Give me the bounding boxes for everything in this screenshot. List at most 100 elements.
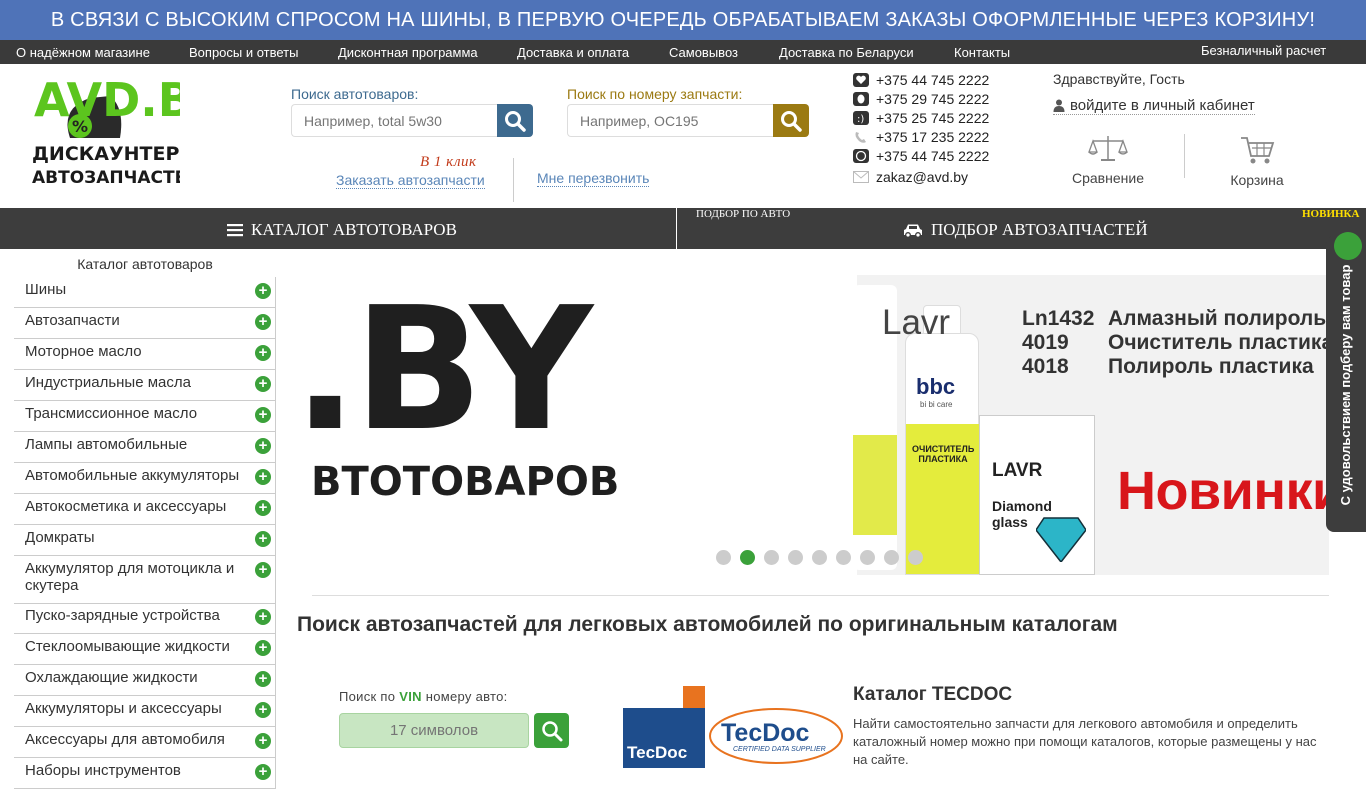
expand-plus-icon[interactable]: + — [255, 314, 271, 330]
logo-avd-text: AVD.BY — [34, 73, 180, 127]
sidebar-item[interactable]: Лампы автомобильные + — [14, 432, 276, 463]
phone-number[interactable]: +375 44 745 2222 — [876, 72, 989, 88]
slider-dot[interactable] — [884, 550, 899, 565]
catalog-menu-button[interactable]: КАТАЛОГ АВТОТОВАРОВ — [0, 208, 676, 249]
slider-dot[interactable] — [836, 550, 851, 565]
tecdoc-description: Найти самостоятельно запчасти для легков… — [853, 716, 1317, 767]
phone-row[interactable]: +375 44 745 2222 — [853, 70, 989, 89]
login-label: войдите в личный кабинет — [1070, 97, 1255, 114]
expand-plus-icon[interactable]: + — [255, 345, 271, 361]
expand-plus-icon[interactable]: + — [255, 671, 271, 687]
nav-discount[interactable]: Дисконтная программа — [338, 45, 478, 60]
sidebar-item-label: Индустриальные масла — [25, 374, 191, 391]
tecdoc-title[interactable]: Каталог TECDOC — [853, 684, 1012, 706]
box-brand: LAVR — [992, 460, 1043, 481]
nav-pickup[interactable]: Самовывоз — [669, 45, 738, 60]
sidebar-item[interactable]: Аккумулятор для мотоцикла и скутера + — [14, 556, 276, 604]
expand-plus-icon[interactable]: + — [255, 531, 271, 547]
nav-about[interactable]: О надёжном магазине — [16, 45, 150, 60]
expand-plus-icon[interactable]: + — [255, 438, 271, 454]
expand-plus-icon[interactable]: + — [255, 407, 271, 423]
phone-row[interactable]: +375 44 745 2222 — [853, 146, 989, 165]
slide-lavr-promo: bbc bi bi care ОЧИСТИТЕЛЬ ПЛАСТИКА LAVR … — [853, 275, 1329, 575]
email-row[interactable]: zakaz@avd.by — [853, 167, 989, 186]
can-brand: bbc — [916, 374, 956, 399]
compare-button[interactable]: Сравнение — [1064, 134, 1152, 186]
one-click-label: В 1 клик — [420, 154, 477, 170]
divider — [312, 595, 1329, 596]
sidebar-item[interactable]: Моторное масло + — [14, 339, 276, 370]
viber-icon — [853, 148, 869, 163]
consultant-tab-label: С удовольствием подберу вам товар — [1338, 264, 1353, 506]
expand-plus-icon[interactable]: + — [255, 500, 271, 516]
phone-number[interactable]: +375 17 235 2222 — [876, 129, 989, 145]
sidebar-item[interactable]: Стеклоомывающие жидкости + — [14, 634, 276, 665]
nav-contacts[interactable]: Контакты — [954, 45, 1010, 60]
site-logo[interactable]: AVD.BY % ДИСКАУНТЕР АВТОЗАПЧАСТЕЙ — [30, 68, 224, 188]
cart-button[interactable]: Корзина — [1213, 134, 1301, 188]
email-link[interactable]: zakaz@avd.by — [876, 169, 968, 185]
expand-plus-icon[interactable]: + — [255, 702, 271, 718]
phone-row[interactable]: +375 17 235 2222 — [853, 127, 989, 146]
tecdoc-logo[interactable]: TecDoc TecDoc CERTIFIED DATA SUPPLIER — [623, 686, 845, 768]
phone-number[interactable]: +375 25 745 2222 — [876, 110, 989, 126]
expand-plus-icon[interactable]: + — [255, 640, 271, 656]
auto-search-button[interactable] — [497, 104, 533, 137]
expand-plus-icon[interactable]: + — [255, 562, 271, 578]
sidebar-item[interactable]: Автозапчасти + — [14, 308, 276, 339]
svg-text:%: % — [72, 117, 88, 136]
sidebar-item[interactable]: Наборы инструментов + — [14, 758, 276, 789]
slider-dot[interactable] — [740, 550, 755, 565]
login-link[interactable]: войдите в личный кабинет — [1053, 97, 1255, 115]
nav-cashless[interactable]: Безналичный расчет — [1201, 43, 1326, 58]
phone-row[interactable]: :) +375 25 745 2222 — [853, 108, 989, 127]
slider-dot[interactable] — [788, 550, 803, 565]
sidebar-item[interactable]: Аккумуляторы и аксессуары + — [14, 696, 276, 727]
part-search-input[interactable] — [567, 104, 773, 137]
contacts-block: +375 44 745 2222 +375 29 745 2222 :) +37… — [853, 70, 989, 186]
catalogs-heading: Поиск автозапчастей для легковых автомоб… — [297, 613, 1118, 636]
sidebar-item[interactable]: Автомобильные аккумуляторы + — [14, 463, 276, 494]
mts-icon — [853, 91, 869, 106]
vin-input[interactable] — [339, 713, 529, 748]
sidebar-item[interactable]: Шины + — [14, 277, 276, 308]
sidebar-item[interactable]: Автокосметика и аксессуары + — [14, 494, 276, 525]
expand-plus-icon[interactable]: + — [255, 733, 271, 749]
expand-plus-icon[interactable]: + — [255, 469, 271, 485]
parts-selection-button[interactable]: ПОДБОР ПО АВТО НОВИНКА ПОДБОР АВТОЗАПЧАС… — [677, 208, 1366, 249]
expand-plus-icon[interactable]: + — [255, 764, 271, 780]
slider-dot[interactable] — [764, 550, 779, 565]
callback-link[interactable]: Мне перезвонить — [537, 170, 650, 187]
sidebar-item-label: Трансмиссионное масло — [25, 405, 198, 422]
order-parts-link[interactable]: Заказать автозапчасти — [336, 172, 485, 189]
slider-dot[interactable] — [716, 550, 731, 565]
slider-dot[interactable] — [908, 550, 923, 565]
slider-dot[interactable] — [860, 550, 875, 565]
sidebar-item[interactable]: Индустриальные масла + — [14, 370, 276, 401]
list-icon — [227, 224, 243, 237]
part-search-button[interactable] — [773, 104, 809, 137]
sidebar-item[interactable]: Охлаждающие жидкости + — [14, 665, 276, 696]
phone-number[interactable]: +375 44 745 2222 — [876, 148, 989, 164]
auto-search-input[interactable] — [291, 104, 497, 137]
expand-plus-icon[interactable]: + — [255, 609, 271, 625]
sidebar-item[interactable]: Аксессуары для автомобиля + — [14, 727, 276, 758]
phone-row[interactable]: +375 29 745 2222 — [853, 89, 989, 108]
sidebar-item-label: Стеклоомывающие жидкости — [25, 638, 230, 655]
sidebar-item[interactable]: Домкраты + — [14, 525, 276, 556]
sidebar-item[interactable]: Трансмиссионное масло + — [14, 401, 276, 432]
nav-belarus-delivery[interactable]: Доставка по Беларуси — [779, 45, 914, 60]
promo-slider[interactable]: .BY ВТОТОВАРОВ bbc bi bi care ОЧИСТИТЕЛЬ… — [297, 275, 1329, 575]
expand-plus-icon[interactable]: + — [255, 283, 271, 299]
user-icon — [1053, 99, 1065, 112]
sidebar-item[interactable]: Пуско-зарядные устройства + — [14, 603, 276, 634]
nav-delivery[interactable]: Доставка и оплата — [517, 45, 629, 60]
nav-faq[interactable]: Вопросы и ответы — [189, 45, 298, 60]
consultant-tab[interactable]: С удовольствием подберу вам товар — [1326, 226, 1366, 532]
sidebar-item-label: Аккумулятор для мотоцикла и скутера — [25, 560, 235, 594]
phone-number[interactable]: +375 29 745 2222 — [876, 91, 989, 107]
slider-dot[interactable] — [812, 550, 827, 565]
expand-plus-icon[interactable]: + — [255, 376, 271, 392]
logo-graphic: AVD.BY % ДИСКАУНТЕР АВТОЗАПЧАСТЕЙ — [32, 73, 224, 188]
vin-search-button[interactable] — [534, 713, 569, 748]
